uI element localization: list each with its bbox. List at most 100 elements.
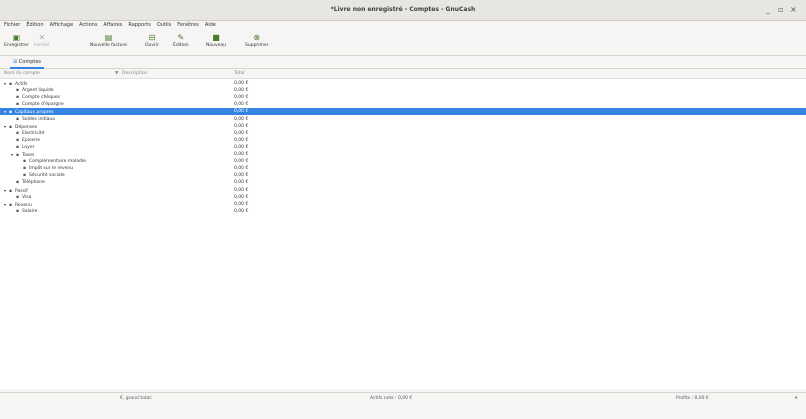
- tab-label: Comptes: [18, 59, 42, 65]
- account-row[interactable]: ▾ ▪ Revenu 0,00 €: [0, 201, 806, 208]
- menu-outils[interactable]: Outils: [157, 22, 171, 28]
- account-row[interactable]: ▪ Complémentaire maladie 0,00 €: [0, 158, 806, 165]
- menu-actions[interactable]: Actions: [79, 22, 97, 28]
- delete-icon: ⊗: [253, 33, 261, 42]
- account-total: 0,00 €: [234, 144, 249, 150]
- delete-button[interactable]: ⊗ Supprimer: [245, 33, 269, 48]
- account-row[interactable]: ▪ Salaire 0,00 €: [0, 208, 806, 215]
- account-row[interactable]: ▪ Impôt sur le revenu 0,00 €: [0, 165, 806, 172]
- account-name-cell: ▪ Visa: [11, 194, 31, 201]
- account-total: 0,00 €: [234, 194, 249, 200]
- title-bar: *Livre non enregistré - Comptes - GnuCas…: [0, 0, 806, 21]
- account-row[interactable]: ▾ ▪ Passif 0,00 €: [0, 187, 806, 194]
- account-name-cell: ▪ Impôt sur le revenu: [18, 165, 73, 172]
- account-total: 0,00 €: [234, 88, 249, 94]
- account-total: 0,00 €: [234, 137, 249, 143]
- menu-fenetres[interactable]: Fenêtres: [177, 22, 199, 28]
- account-name: Impôt sur le revenu: [29, 166, 74, 172]
- account-row[interactable]: ▪ Electricité 0,00 €: [0, 130, 806, 137]
- menu-aide[interactable]: Aide: [205, 22, 216, 28]
- save-button[interactable]: ▣ Enregistrer: [4, 33, 29, 48]
- account-name-cell: ▪ Compte chèques: [11, 94, 60, 101]
- sort-icon: ▼: [115, 71, 119, 76]
- account-total: 0,00 €: [234, 116, 249, 122]
- account-row[interactable]: ▪ Visa 0,00 €: [0, 194, 806, 201]
- toolbar-label: Nouvelle facture: [90, 43, 128, 48]
- account-name-cell: ▪ Complémentaire maladie: [18, 158, 86, 165]
- edit-icon: ✎: [177, 33, 185, 42]
- account-name-cell: ▪ Soldes initiaux: [11, 116, 55, 123]
- account-total: 0,00 €: [234, 159, 249, 165]
- open-icon: ⊟: [148, 33, 156, 42]
- account-name: Compte chèques: [22, 95, 61, 101]
- accounts-icon: ⊞: [13, 59, 18, 65]
- col-description[interactable]: Description: [122, 71, 148, 76]
- account-tree[interactable]: ▾ ▪ Actifs 0,00 € ▪ Argent liquide 0,00 € ▪ Comp…: [0, 79, 806, 389]
- close-icon[interactable]: ×: [790, 5, 797, 14]
- account-name-cell: ▪ Epicerie: [11, 137, 40, 144]
- account-name-cell: ▪ Loyer: [11, 144, 34, 151]
- account-name: Compte d'épargne: [22, 102, 64, 108]
- account-row[interactable]: ▪ Loyer 0,00 €: [0, 144, 806, 151]
- invoice-button[interactable]: ▤ Nouvelle facture: [90, 33, 127, 48]
- account-row[interactable]: ▪ Soldes initiaux 0,00 €: [0, 116, 806, 123]
- account-name: Salaire: [22, 208, 38, 214]
- minimize-icon[interactable]: _: [766, 5, 770, 14]
- toolbar-label: Nouveau: [206, 43, 227, 48]
- save-icon: ▣: [12, 33, 21, 42]
- account-name: Soldes initiaux: [22, 116, 55, 122]
- account-row[interactable]: ▪ Compte chèques 0,00 €: [0, 94, 806, 101]
- summary-dropdown-icon[interactable]: ▾: [795, 396, 797, 401]
- account-row[interactable]: ▪ Epicerie 0,00 €: [0, 137, 806, 144]
- profits: Profits : 0,00 €: [676, 396, 709, 401]
- menu-rapports[interactable]: Rapports: [128, 22, 150, 28]
- close-icon: ✕: [38, 33, 46, 42]
- menu-affichage[interactable]: Affichage: [50, 22, 74, 28]
- account-row[interactable]: ▪ Sécurité sociale 0,00 €: [0, 172, 806, 179]
- account-row[interactable]: ▾ ▪ Capitaux propres 0,00 €: [0, 108, 806, 116]
- status-bar: [0, 404, 806, 419]
- account-row[interactable]: ▾ ▪ Actifs 0,00 €: [0, 80, 806, 87]
- column-header: Nom du compte ▼ Description Total: [0, 70, 806, 79]
- account-name: Epicerie: [22, 137, 41, 143]
- account-row[interactable]: ▾ ▪ Taxes 0,00 €: [0, 151, 806, 158]
- account-name: Electricité: [22, 130, 45, 136]
- account-total: 0,00 €: [234, 166, 249, 172]
- account-total: 0,00 €: [234, 109, 249, 115]
- account-name: Sécurité sociale: [29, 173, 65, 179]
- account-row[interactable]: ▪ Téléphone 0,00 €: [0, 179, 806, 186]
- account-total: 0,00 €: [234, 208, 249, 214]
- account-row[interactable]: ▾ ▪ Dépenses 0,00 €: [0, 123, 806, 130]
- tab-comptes[interactable]: ⊞ Comptes: [10, 57, 45, 69]
- toolbar-label: Ouvrir: [145, 43, 160, 48]
- menu-affaires[interactable]: Affaires: [103, 22, 122, 28]
- account-name: Loyer: [22, 144, 35, 150]
- account-row[interactable]: ▪ Compte d'épargne 0,00 €: [0, 101, 806, 108]
- account-name: Complémentaire maladie: [29, 159, 86, 165]
- toolbar-label: Enregistrer: [4, 43, 29, 48]
- net-assets: Actifs nets : 0,00 €: [370, 396, 413, 401]
- maximize-icon[interactable]: ▫: [778, 5, 783, 14]
- account-name-cell: ▪ Compte d'épargne: [11, 101, 64, 108]
- col-total[interactable]: Total: [234, 71, 245, 76]
- account-total: 0,00 €: [234, 173, 249, 179]
- toolbar: ▣ Enregistrer ✕ Fermer ▤ Nouvelle facture ⊟ Ouv…: [0, 31, 806, 56]
- window-title: *Livre non enregistré - Comptes - GnuCas…: [330, 6, 476, 13]
- menu-bar: Fichier Édition Affichage Actions Affair…: [0, 20, 806, 30]
- toolbar-label: Supprimer: [245, 43, 269, 48]
- open-button[interactable]: ⊟ Ouvrir: [145, 33, 159, 48]
- account-total: 0,00 €: [234, 187, 249, 193]
- edit-button[interactable]: ✎ Édition: [173, 33, 189, 48]
- account-total: 0,00 €: [234, 180, 249, 186]
- close-button[interactable]: ✕ Fermer: [34, 33, 50, 48]
- account-total: 0,00 €: [234, 201, 249, 207]
- account-row[interactable]: ▪ Argent liquide 0,00 €: [0, 87, 806, 94]
- summary-bar: €, grand total: Actifs nets : 0,00 € Pro…: [0, 392, 806, 404]
- col-name[interactable]: Nom du compte: [4, 71, 40, 76]
- menu-fichier[interactable]: Fichier: [4, 22, 20, 28]
- account-name-cell: ▪ Sécurité sociale: [18, 172, 65, 179]
- menu-edition[interactable]: Édition: [26, 22, 43, 28]
- new-button[interactable]: ■ Nouveau: [206, 33, 226, 48]
- account-name: Téléphone: [22, 180, 45, 186]
- account-total: 0,00 €: [234, 95, 249, 101]
